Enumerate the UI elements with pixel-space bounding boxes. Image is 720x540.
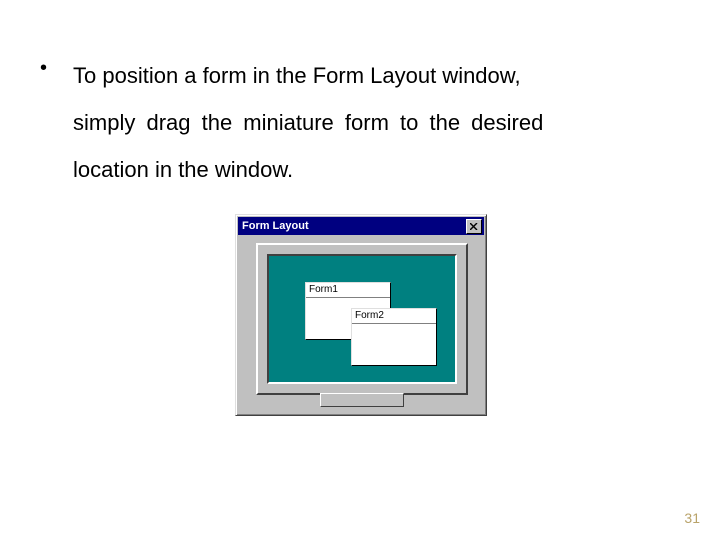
slide: • To position a form in the Form Layout …	[0, 0, 720, 540]
bullet-marker: •	[40, 53, 47, 83]
form-layout-title: Form Layout	[242, 220, 309, 232]
mini-form-1-title: Form1	[306, 283, 390, 298]
bullet-text: To position a form in the Form Layout wi…	[73, 52, 543, 193]
bullet-line-3: location in the window.	[73, 146, 543, 193]
monitor-frame: Form1 Form2	[256, 243, 468, 395]
bullet-item: • To position a form in the Form Layout …	[40, 52, 674, 193]
page-number: 31	[684, 510, 700, 526]
mini-form-2-title: Form2	[352, 309, 436, 324]
monitor-stand	[320, 393, 404, 407]
form-layout-titlebar[interactable]: Form Layout	[238, 217, 484, 235]
close-button[interactable]	[466, 219, 482, 234]
form-layout-body: Form1 Form2	[238, 237, 484, 413]
close-icon	[470, 223, 478, 230]
form-layout-window: Form Layout Form1 Form2	[235, 214, 487, 416]
monitor-screen: Form1 Form2	[267, 254, 457, 384]
bullet-line-1: To position a form in the Form Layout wi…	[73, 52, 543, 99]
bullet-line-2: simply drag the miniature form to the de…	[73, 99, 543, 146]
mini-form-2[interactable]: Form2	[351, 308, 437, 366]
